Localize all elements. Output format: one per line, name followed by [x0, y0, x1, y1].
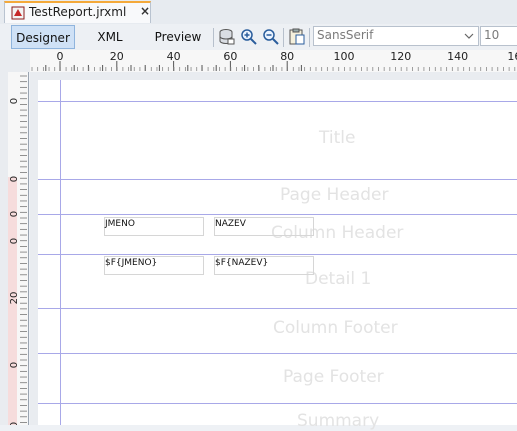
band-label-title: Title — [319, 128, 356, 148]
ruler-label: 0 — [9, 98, 20, 104]
ruler-label: 0 — [9, 362, 20, 368]
band-label-page-header: Page Header — [280, 185, 389, 205]
ruler-label: 120 — [390, 50, 411, 63]
zoom-out-icon[interactable] — [262, 28, 280, 46]
band-label-summary: Summary — [297, 411, 380, 431]
close-icon[interactable]: × — [140, 4, 150, 18]
vertical-ruler-ticks: 00002000 — [8, 75, 27, 428]
font-size-value: 10 — [484, 28, 500, 42]
ruler-label: 0 — [57, 50, 64, 63]
report-file-icon — [11, 6, 25, 20]
ruler-label: 100 — [334, 50, 355, 63]
text-field-jmeno[interactable]: $F{JMENO} — [104, 256, 204, 275]
band-label-page-footer: Page Footer — [283, 367, 384, 387]
ruler-label: 40 — [167, 50, 181, 63]
band-separator[interactable] — [38, 308, 517, 309]
ruler-label: 0 — [9, 238, 20, 244]
band-separator[interactable] — [38, 179, 517, 180]
band-separator[interactable] — [38, 254, 517, 255]
clipboard-icon[interactable] — [288, 28, 306, 46]
ruler-label: 16 — [507, 50, 517, 63]
database-icon[interactable] — [218, 28, 236, 46]
font-name-select[interactable]: SansSerif — [313, 26, 479, 46]
font-name-value: SansSerif — [317, 28, 374, 42]
tab-testreport[interactable]: TestReport.jrxml × — [4, 1, 151, 23]
zoom-in-icon[interactable] — [240, 28, 258, 46]
vertical-ruler: 0 0 0 0 20 0 0 — [8, 72, 29, 428]
ruler-label: 0 — [9, 211, 20, 217]
horizontal-ruler-ticks: 0 20 40 60 80 100 120 140 16 — [31, 50, 517, 71]
xml-button[interactable]: XML — [83, 25, 137, 49]
left-margin-guide — [60, 80, 61, 425]
static-text-jmeno[interactable]: JMENO — [104, 217, 204, 236]
band-separator[interactable] — [38, 353, 517, 354]
ruler-label: 20 — [110, 50, 124, 63]
band-label-column-footer: Column Footer — [273, 318, 398, 338]
designer-button[interactable]: Designer — [11, 25, 75, 49]
static-text-nazev[interactable]: NAZEV — [214, 217, 314, 236]
ruler-label: 80 — [280, 50, 294, 63]
toolbar-separator — [283, 28, 284, 47]
ruler-corner — [0, 50, 30, 72]
toolbar-separator — [213, 28, 214, 47]
horizontal-ruler: 0 20 40 60 80 100 120 140 16 — [30, 50, 517, 73]
chevron-down-icon — [464, 33, 474, 39]
font-size-field[interactable]: 10 — [480, 26, 517, 46]
editor-tab-bar: TestReport.jrxml × — [0, 0, 517, 25]
ruler-label: 0 — [9, 176, 20, 182]
ruler-label: 140 — [447, 50, 468, 63]
ruler-label: 20 — [9, 292, 20, 305]
toolbar-separator — [309, 28, 310, 47]
report-page[interactable] — [38, 80, 517, 425]
band-separator[interactable] — [38, 403, 517, 404]
band-separator[interactable] — [38, 101, 517, 102]
tab-title: TestReport.jrxml — [29, 5, 127, 19]
band-separator[interactable] — [38, 214, 517, 215]
ruler-left-pad — [0, 72, 8, 425]
ruler-label: 60 — [223, 50, 237, 63]
preview-button[interactable]: Preview — [146, 25, 210, 49]
band-label-detail: Detail 1 — [305, 269, 372, 289]
text-field-nazev[interactable]: $F{NAZEV} — [214, 256, 314, 275]
